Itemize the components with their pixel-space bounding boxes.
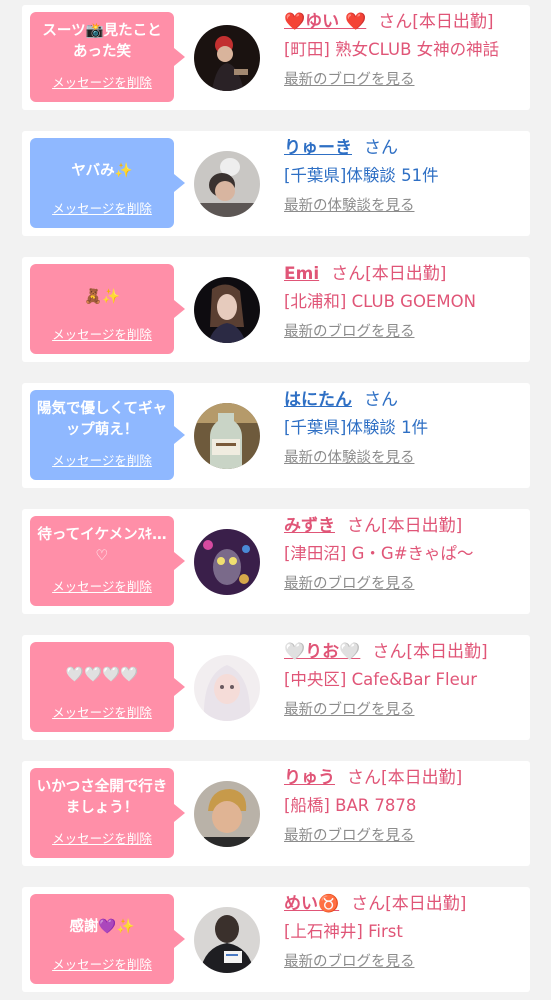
message-card: 待ってイケメンｽｷ…♡ メッセージを削除 みずき さん[本日出勤] [津田沼] G… [22,509,530,614]
latest-review-link[interactable]: 最新の体験談を見る [284,194,415,215]
delete-message-link[interactable]: メッセージを削除 [30,576,174,595]
message-bubble: スーツ📸見たことあった笑 メッセージを削除 [30,12,185,102]
shop-info: [千葉県]体験談 51件 [284,166,439,185]
message-text: スーツ📸見たことあった笑 [42,23,162,60]
delete-message-link[interactable]: メッセージを削除 [30,72,174,91]
cast-name-link[interactable]: みずき [284,516,335,536]
avatar[interactable] [194,403,260,469]
delete-message-link[interactable]: メッセージを削除 [30,954,174,973]
message-text: ヤバみ✨ [71,162,133,179]
message-card: スーツ📸見たことあった笑 メッセージを削除 ❤️ゆい ❤️ さん[本日出勤] [町… [22,5,530,110]
message-bubble: 感謝💜✨ メッセージを削除 [30,894,185,984]
latest-blog-link[interactable]: 最新のブログを見る [284,572,415,593]
avatar[interactable] [194,151,260,217]
avatar[interactable] [194,781,260,847]
avatar[interactable] [194,907,260,973]
message-bubble: ヤバみ✨ メッセージを削除 [30,138,185,228]
cast-status: さん [364,138,398,158]
delete-message-link[interactable]: メッセージを削除 [30,828,174,847]
cast-name-link[interactable]: めい♉️ [284,894,339,914]
latest-review-link[interactable]: 最新の体験談を見る [284,446,415,467]
delete-message-link[interactable]: メッセージを削除 [30,450,174,469]
latest-blog-link[interactable]: 最新のブログを見る [284,320,415,341]
message-bubble: いかつさ全開で行きましょう！ メッセージを削除 [30,768,185,858]
message-bubble: 🧸✨ メッセージを削除 [30,264,185,354]
message-card: 🧸✨ メッセージを削除 Emi さん[本日出勤] [北浦和] CLUB GOEMO… [22,257,530,362]
shop-info: [津田沼] G・G#きゃぱ〜 [284,544,474,563]
shop-info: [中央区] Cafe&Bar Fleur [284,670,478,689]
latest-blog-link[interactable]: 最新のブログを見る [284,68,415,89]
cast-name-link[interactable]: はにたん [284,390,352,410]
message-bubble: 🤍🤍🤍🤍 メッセージを削除 [30,642,185,732]
message-bubble: 陽気で優しくてギャップ萌え！ メッセージを削除 [30,390,185,480]
message-card: 🤍🤍🤍🤍 メッセージを削除 🤍りお🤍 さん[本日出勤] [中央区] Cafe&Ba… [22,635,530,740]
message-list: スーツ📸見たことあった笑 メッセージを削除 ❤️ゆい ❤️ さん[本日出勤] [町… [0,0,551,992]
message-text: 陽気で優しくてギャップ萌え！ [36,401,168,438]
message-card: ヤバみ✨ メッセージを削除 りゅーき さん [千葉県]体験談 51件 最新の体験談… [22,131,530,236]
message-text: 待ってイケメンｽｷ…♡ [37,527,167,564]
message-bubble: 待ってイケメンｽｷ…♡ メッセージを削除 [30,516,185,606]
avatar[interactable] [194,277,260,343]
cast-status: さん[本日出勤] [372,642,488,662]
avatar[interactable] [194,25,260,91]
cast-name-link[interactable]: ❤️ゆい ❤️ [284,12,366,32]
avatar[interactable] [194,655,260,721]
message-text: 🤍🤍🤍🤍 [65,666,139,683]
latest-blog-link[interactable]: 最新のブログを見る [284,824,415,845]
delete-message-link[interactable]: メッセージを削除 [30,702,174,721]
avatar[interactable] [194,529,260,595]
message-card: 陽気で優しくてギャップ萌え！ メッセージを削除 はにたん さん [千葉県]体験談 … [22,383,530,488]
delete-message-link[interactable]: メッセージを削除 [30,198,174,217]
shop-info: [船橋] BAR 7878 [284,796,417,815]
message-text: いかつさ全開で行きましょう！ [36,779,168,816]
shop-info: [町田] 熟女CLUB 女神の神話 [284,40,500,59]
latest-blog-link[interactable]: 最新のブログを見る [284,950,415,971]
cast-status: さん[本日出勤] [351,894,467,914]
cast-name-link[interactable]: りゅう [284,768,335,788]
cast-status: さん [364,390,398,410]
delete-message-link[interactable]: メッセージを削除 [30,324,174,343]
cast-name-link[interactable]: りゅーき [284,138,352,158]
message-text: 感謝💜✨ [69,918,135,935]
cast-status: さん[本日出勤] [378,12,494,32]
cast-name-link[interactable]: 🤍りお🤍 [284,642,360,662]
message-text: 🧸✨ [83,288,121,305]
cast-status: さん[本日出勤] [347,516,463,536]
cast-name-link[interactable]: Emi [284,264,319,284]
latest-blog-link[interactable]: 最新のブログを見る [284,698,415,719]
message-card: 感謝💜✨ メッセージを削除 めい♉️ さん[本日出勤] [上石神井] First … [22,887,530,992]
cast-status: さん[本日出勤] [331,264,447,284]
shop-info: [上石神井] First [284,922,403,941]
shop-info: [千葉県]体験談 1件 [284,418,429,437]
cast-status: さん[本日出勤] [347,768,463,788]
message-card: いかつさ全開で行きましょう！ メッセージを削除 りゅう さん[本日出勤] [船橋]… [22,761,530,866]
shop-info: [北浦和] CLUB GOEMON [284,292,476,311]
